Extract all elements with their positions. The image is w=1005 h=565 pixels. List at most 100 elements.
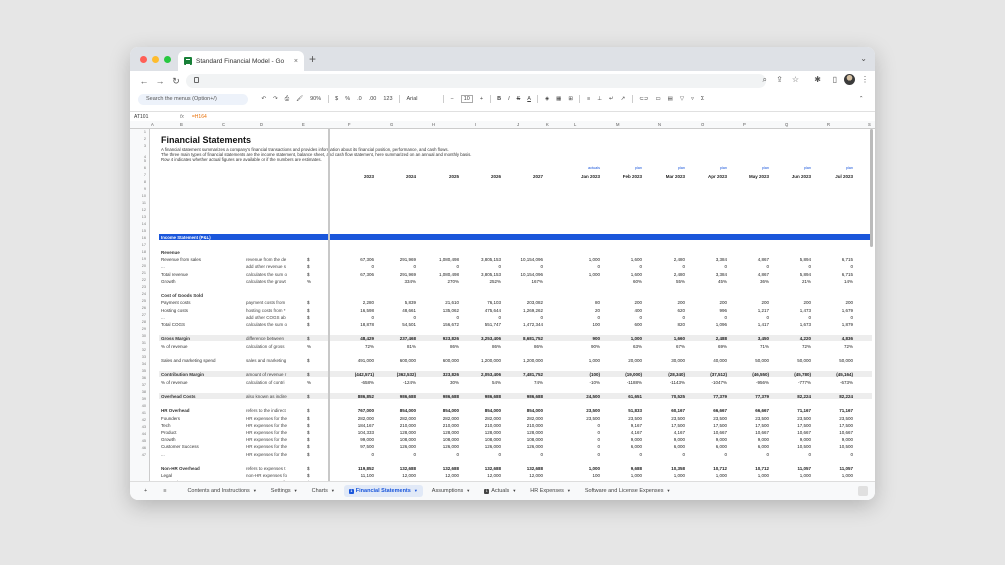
- year-value-cell[interactable]: 986,688: [419, 394, 459, 399]
- sheet-tab[interactable]: Software and License Expenses ▼: [580, 485, 676, 497]
- font-select[interactable]: Arial: [407, 96, 437, 102]
- year-value-cell[interactable]: 74%: [503, 380, 543, 385]
- plan-flag-cell[interactable]: plan: [729, 166, 769, 170]
- row-header[interactable]: 45: [132, 439, 146, 443]
- year-value-cell[interactable]: 282,000: [376, 416, 416, 421]
- month-value-cell[interactable]: 200: [729, 300, 769, 305]
- year-value-cell[interactable]: 551,747: [461, 322, 501, 327]
- unit-cell[interactable]: $: [307, 408, 310, 413]
- year-value-cell[interactable]: 108,000: [419, 437, 459, 442]
- row-header[interactable]: 23: [132, 285, 146, 289]
- year-value-cell[interactable]: 1,200,000: [503, 358, 543, 363]
- month-header[interactable]: Mar 2023: [645, 174, 685, 179]
- month-value-cell[interactable]: 0: [560, 430, 600, 435]
- text-color-button[interactable]: A: [527, 96, 531, 102]
- row-note[interactable]: amount of revenue r: [246, 372, 288, 377]
- year-value-cell[interactable]: 854,000: [503, 408, 543, 413]
- year-value-cell[interactable]: 11,100: [334, 473, 374, 478]
- year-value-cell[interactable]: 5,839: [376, 300, 416, 305]
- row-header[interactable]: 44: [132, 432, 146, 436]
- strikethrough-button[interactable]: S: [517, 96, 521, 102]
- unit-cell[interactable]: $: [307, 423, 310, 428]
- month-value-cell[interactable]: 1,217: [729, 308, 769, 313]
- month-value-cell[interactable]: 100: [560, 322, 600, 327]
- month-value-cell[interactable]: 200: [771, 300, 811, 305]
- month-value-cell[interactable]: 1,600: [602, 272, 642, 277]
- year-value-cell[interactable]: 2,053,406: [461, 372, 501, 377]
- month-value-cell[interactable]: 10,500: [813, 444, 853, 449]
- year-value-cell[interactable]: 282,000: [334, 416, 374, 421]
- month-value-cell[interactable]: 2,488: [687, 336, 727, 341]
- row-header[interactable]: 38: [132, 390, 146, 394]
- year-value-cell[interactable]: 128,000: [461, 430, 501, 435]
- unit-cell[interactable]: $: [307, 300, 310, 305]
- month-value-cell[interactable]: 1,096: [687, 322, 727, 327]
- share-icon[interactable]: ⇪: [776, 75, 783, 84]
- row-label[interactable]: Sales and marketing spend: [161, 358, 216, 363]
- search-icon[interactable]: ⌕: [763, 75, 767, 85]
- month-value-cell[interactable]: 6,000: [687, 444, 727, 449]
- month-value-cell[interactable]: 1,417: [729, 322, 769, 327]
- row-note[interactable]: difference between: [246, 336, 288, 341]
- year-value-cell[interactable]: 600,000: [376, 358, 416, 363]
- column-header[interactable]: C: [222, 122, 225, 127]
- year-value-cell[interactable]: 10,154,096: [503, 272, 543, 277]
- row-label[interactable]: Customer Success: [161, 444, 199, 449]
- explore-icon[interactable]: [858, 486, 868, 496]
- month-value-cell[interactable]: 820: [645, 322, 685, 327]
- month-value-cell[interactable]: 69%: [687, 344, 727, 349]
- month-value-cell[interactable]: 0: [729, 315, 769, 320]
- month-value-cell[interactable]: 77,379: [687, 394, 727, 399]
- unit-cell[interactable]: %: [307, 279, 311, 284]
- row-label[interactable]: ...: [161, 264, 165, 269]
- plan-flag-cell[interactable]: plan: [687, 166, 727, 170]
- month-value-cell[interactable]: 6,000: [645, 444, 685, 449]
- row-label[interactable]: % of revenue: [161, 380, 188, 385]
- sheet-tab[interactable]: Charts ▼: [307, 485, 340, 497]
- month-value-cell[interactable]: 1,000: [771, 473, 811, 478]
- month-header[interactable]: Jan 2023: [560, 174, 600, 179]
- year-value-cell[interactable]: 210,000: [376, 423, 416, 428]
- month-value-cell[interactable]: 61,651: [602, 394, 642, 399]
- unit-cell[interactable]: %: [307, 344, 311, 349]
- forward-icon[interactable]: →: [152, 76, 168, 86]
- insert-link-icon[interactable]: ⊂⊃: [639, 96, 648, 102]
- year-value-cell[interactable]: 99,000: [334, 437, 374, 442]
- row-note[interactable]: HR expenses for the: [246, 430, 288, 435]
- column-header[interactable]: M: [616, 122, 620, 127]
- row-header[interactable]: 21: [132, 271, 146, 275]
- month-value-cell[interactable]: 0: [687, 315, 727, 320]
- row-header[interactable]: 42: [132, 418, 146, 422]
- row-header[interactable]: 19: [132, 257, 146, 261]
- month-value-cell[interactable]: (19,000): [602, 372, 642, 377]
- year-value-cell[interactable]: (442,571): [334, 372, 374, 377]
- year-value-cell[interactable]: 0: [376, 315, 416, 320]
- month-value-cell[interactable]: 9,000: [771, 437, 811, 442]
- year-value-cell[interactable]: 126,000: [419, 444, 459, 449]
- year-value-cell[interactable]: 0: [419, 315, 459, 320]
- month-value-cell[interactable]: 50,000: [729, 358, 769, 363]
- year-value-cell[interactable]: 72%: [334, 344, 374, 349]
- year-value-cell[interactable]: 1,200,000: [461, 358, 501, 363]
- month-value-cell[interactable]: 24,500: [560, 394, 600, 399]
- row-header[interactable]: 25: [132, 299, 146, 303]
- row-note[interactable]: calculates the sum o: [246, 322, 288, 327]
- year-value-cell[interactable]: 600,000: [419, 358, 459, 363]
- month-value-cell[interactable]: 11,057: [771, 466, 811, 471]
- row-label[interactable]: Overhead Costs: [161, 394, 196, 399]
- year-value-cell[interactable]: 108,000: [461, 437, 501, 442]
- month-value-cell[interactable]: 23,500: [645, 416, 685, 421]
- month-value-cell[interactable]: 67%: [645, 344, 685, 349]
- month-value-cell[interactable]: 1,600: [602, 257, 642, 262]
- row-note[interactable]: HR expenses for the: [246, 444, 288, 449]
- month-value-cell[interactable]: -777%: [771, 380, 811, 385]
- month-value-cell[interactable]: 0: [813, 315, 853, 320]
- year-value-cell[interactable]: 126,000: [376, 444, 416, 449]
- year-value-cell[interactable]: 86%: [503, 344, 543, 349]
- month-header[interactable]: Jun 2023: [771, 174, 811, 179]
- close-window-button[interactable]: [140, 56, 147, 63]
- plan-flag-cell[interactable]: plan: [602, 166, 642, 170]
- year-value-cell[interactable]: 97,500: [334, 444, 374, 449]
- unit-cell[interactable]: $: [307, 473, 310, 478]
- year-value-cell[interactable]: 132,688: [461, 466, 501, 471]
